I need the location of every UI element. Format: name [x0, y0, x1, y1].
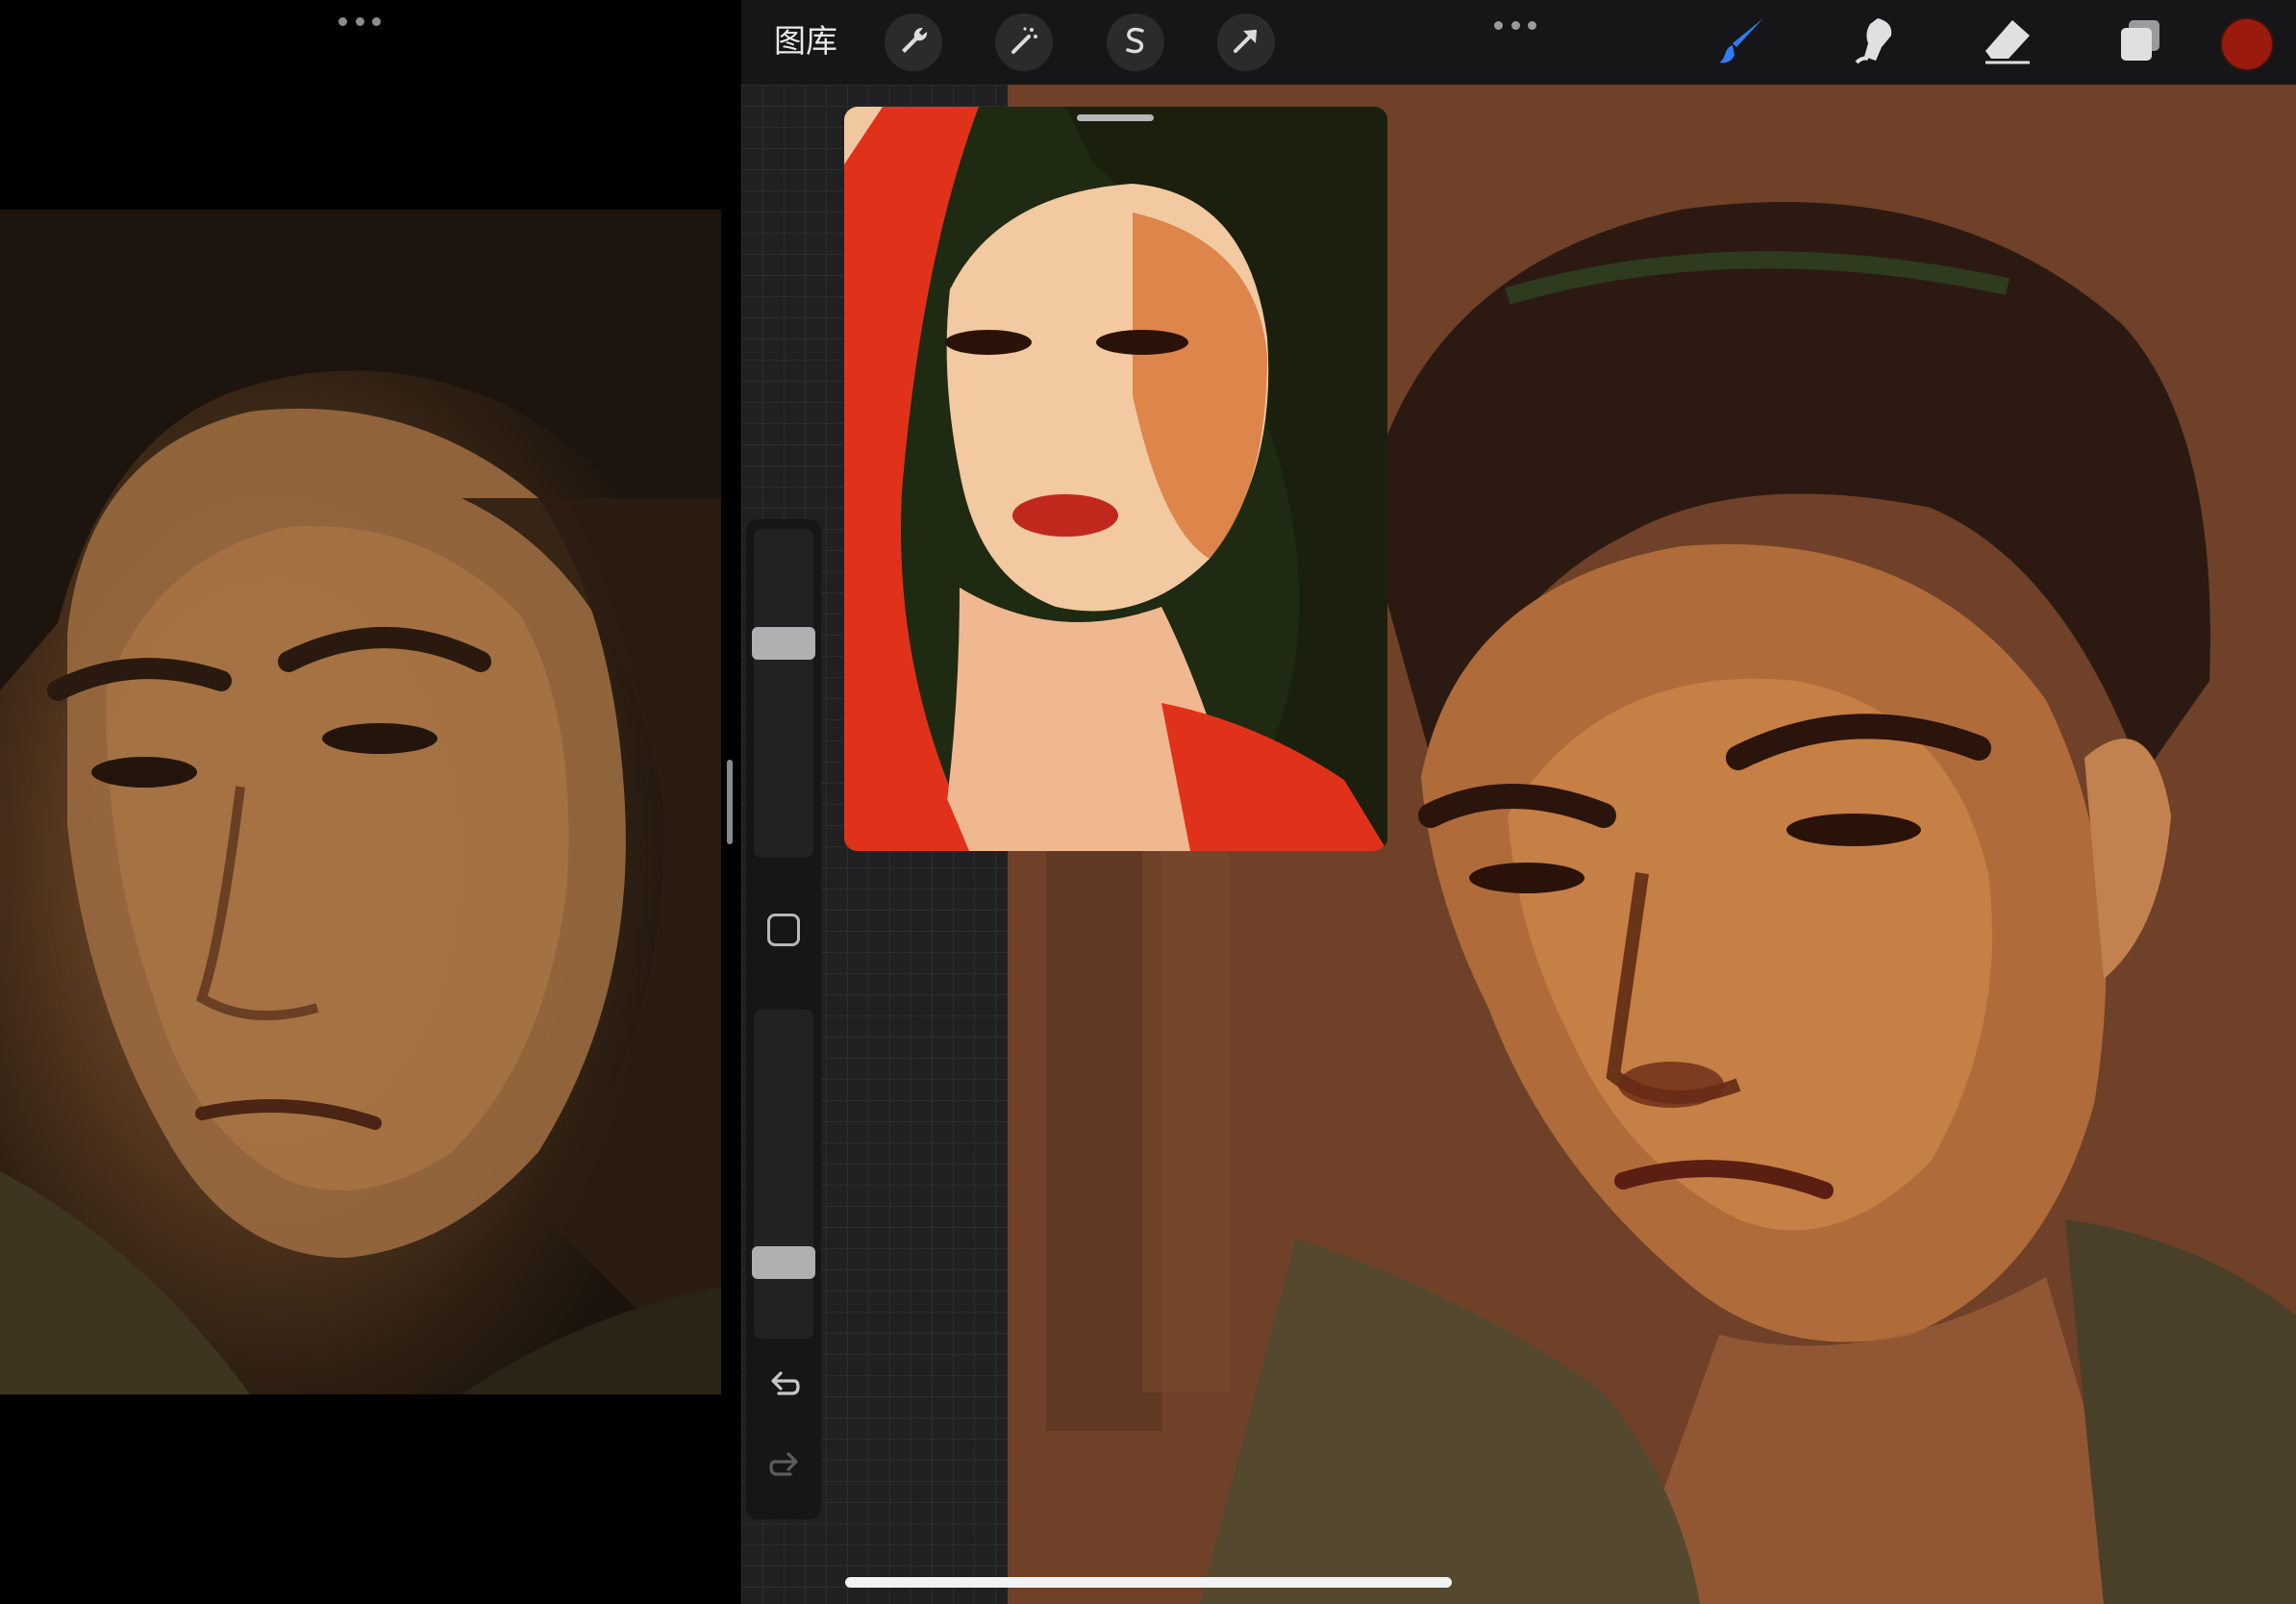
smudge-button[interactable] — [1846, 13, 1904, 71]
selection-button[interactable] — [1107, 13, 1164, 71]
layers-button[interactable] — [2110, 13, 2168, 71]
undo-icon — [767, 1367, 802, 1406]
multitasking-handle[interactable] — [338, 13, 381, 29]
opacity-slider[interactable] — [752, 1010, 815, 1339]
gallery-button[interactable]: 图库 — [774, 19, 837, 63]
eraser-icon — [1982, 14, 2034, 70]
eraser-button[interactable] — [1979, 13, 2036, 71]
color-swatch[interactable] — [2220, 17, 2274, 71]
home-indicator[interactable] — [845, 1577, 1452, 1588]
wrench-icon — [897, 24, 930, 61]
brush-size-slider[interactable] — [752, 529, 815, 858]
adjustments-button[interactable] — [995, 13, 1053, 71]
split-view-handle[interactable] — [727, 760, 733, 844]
redo-button[interactable] — [765, 1448, 804, 1487]
smudge-icon — [1849, 14, 1901, 70]
undo-button[interactable] — [765, 1367, 804, 1406]
opacity-thumb[interactable] — [752, 1246, 815, 1280]
procreate-app: 图库 — [741, 0, 2296, 1604]
layers-icon — [2113, 14, 2165, 70]
magic-wand-icon — [1008, 24, 1040, 61]
reference-photo-app — [0, 0, 729, 1604]
brush-size-thumb[interactable] — [752, 626, 815, 660]
side-bar — [746, 519, 821, 1519]
modify-button[interactable] — [767, 914, 800, 946]
transform-arrow-icon — [1230, 24, 1262, 61]
top-toolbar: 图库 — [741, 0, 2296, 85]
brush-icon — [1717, 14, 1769, 70]
actions-button[interactable] — [885, 13, 942, 71]
redo-icon — [767, 1448, 802, 1487]
brush-button[interactable] — [1714, 13, 1772, 71]
selection-s-icon — [1119, 24, 1152, 61]
transform-button[interactable] — [1217, 13, 1275, 71]
reference-window-grabber[interactable] — [1077, 114, 1154, 121]
reference-window[interactable] — [844, 107, 1387, 851]
reference-photo — [0, 210, 721, 1394]
multitasking-handle[interactable] — [1494, 17, 1536, 33]
